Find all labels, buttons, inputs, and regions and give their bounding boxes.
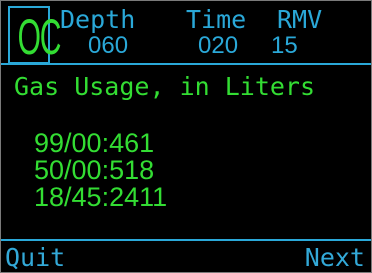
rmv-label: RMV <box>277 5 323 34</box>
gas-usage-line-2: 50/00:518 <box>34 155 155 185</box>
quit-button[interactable]: Quit <box>5 245 65 270</box>
time-label: Time <box>186 5 247 34</box>
depth-label: Depth <box>60 5 136 34</box>
gas-usage-title: Gas Usage, in Liters <box>14 72 316 101</box>
time-value[interactable]: 020 <box>198 34 238 58</box>
depth-value[interactable]: 060 <box>88 34 128 58</box>
mode-indicator: OC <box>8 6 62 65</box>
mode-label: OC <box>17 9 62 65</box>
gas-usage-line-3: 18/45:2411 <box>34 182 168 212</box>
footer-divider <box>1 239 371 241</box>
next-button[interactable]: Next <box>305 245 365 270</box>
rmv-value[interactable]: 15 <box>271 34 298 58</box>
gas-usage-line-1: 99/00:461 <box>34 128 155 158</box>
dive-computer-screen: OC Depth Time RMV 060 020 15 Gas Usage, … <box>0 0 372 273</box>
header-divider <box>1 63 371 65</box>
